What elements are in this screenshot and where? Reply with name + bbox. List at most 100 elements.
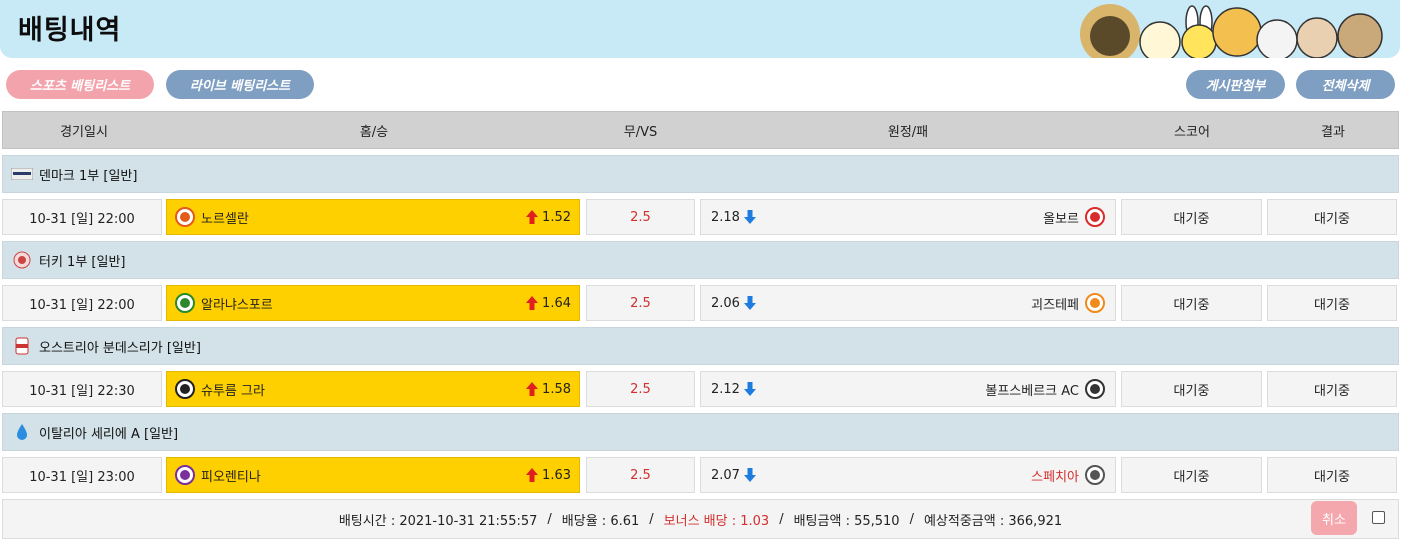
match-result: 대기중 (1267, 199, 1397, 235)
team-crest-icon (175, 465, 195, 485)
austria-league-icon (11, 336, 33, 356)
draw-odds-cell[interactable]: 2.5 (586, 457, 695, 493)
score-text: 대기중 (1173, 383, 1210, 399)
match-date: 10-31 [일] 22:00 (2, 285, 162, 321)
match-result: 대기중 (1267, 457, 1397, 493)
draw-odds: 2.5 (630, 295, 651, 311)
denmark-league-icon (11, 164, 33, 184)
match-date-text: 10-31 [일] 22:30 (29, 383, 135, 399)
column-date: 경기일시 (60, 124, 108, 140)
home-team-name: 슈투름 그라 (201, 383, 265, 399)
cancel-button[interactable]: 취소 (1311, 501, 1357, 535)
italy-league-icon (11, 422, 33, 442)
home-odds-cell[interactable]: 알라냐스포르 1.64 (166, 285, 580, 321)
result-text: 대기중 (1314, 469, 1350, 485)
column-draw: 무/VS (623, 124, 658, 140)
match-date-text: 10-31 [일] 23:00 (29, 469, 135, 485)
home-odds: 1.63 (542, 467, 571, 483)
draw-odds-cell[interactable]: 2.5 (586, 371, 695, 407)
match-score: 대기중 (1121, 285, 1262, 321)
match-score: 대기중 (1121, 457, 1262, 493)
draw-odds-cell[interactable]: 2.5 (586, 285, 695, 321)
match-score: 대기중 (1121, 199, 1262, 235)
away-odds: 2.12 (711, 381, 740, 397)
page-banner: 배팅내역 (0, 0, 1400, 58)
league-row: 오스트리아 분데스리가 [일반] (2, 327, 1399, 365)
away-team-name: 스페치아 (1031, 469, 1079, 485)
home-odds-cell[interactable]: 슈투름 그라 1.58 (166, 371, 580, 407)
away-odds: 2.06 (711, 295, 740, 311)
bonus-rate: 보너스 배당 : 1.03 (663, 513, 770, 529)
home-odds-cell[interactable]: 피오렌티나 1.63 (166, 457, 580, 493)
match-score: 대기중 (1121, 371, 1262, 407)
odds-down-arrow-icon (743, 382, 756, 396)
odds-up-arrow-icon (526, 382, 539, 396)
result-text: 대기중 (1314, 297, 1350, 313)
away-team-name: 볼프스베르크 AC (985, 383, 1079, 399)
board-attach-button[interactable]: 게시판첨부 (1186, 70, 1285, 99)
page-title: 배팅내역 (18, 15, 122, 46)
delete-all-button[interactable]: 전체삭제 (1296, 70, 1395, 99)
match-date: 10-31 [일] 22:30 (2, 371, 162, 407)
match-result: 대기중 (1267, 371, 1397, 407)
select-checkbox[interactable] (1372, 511, 1385, 524)
odds-down-arrow-icon (743, 296, 756, 310)
draw-odds: 2.5 (630, 381, 651, 397)
column-score: 스코어 (1174, 124, 1210, 140)
turkey-league-icon (11, 250, 33, 270)
tab-live-betting-list[interactable]: 라이브 배팅리스트 (166, 70, 314, 99)
home-odds: 1.64 (542, 295, 571, 311)
home-team-name: 피오렌티나 (201, 469, 261, 485)
league-row: 터키 1부 [일반] (2, 241, 1399, 279)
draw-odds: 2.5 (630, 467, 651, 483)
match-date-text: 10-31 [일] 22:00 (29, 211, 135, 227)
expected-win-amount: 예상적중금액 : 366,921 (923, 513, 1063, 529)
match-result: 대기중 (1267, 285, 1397, 321)
score-text: 대기중 (1173, 211, 1210, 227)
team-crest-icon (175, 293, 195, 313)
league-name: 터키 1부 [일반] (39, 254, 126, 270)
odds-up-arrow-icon (526, 210, 539, 224)
home-team-name: 알라냐스포르 (201, 297, 273, 313)
home-team-name: 노르셀란 (201, 211, 249, 227)
away-odds-cell[interactable]: 2.07 스페치아 (700, 457, 1116, 493)
draw-odds: 2.5 (630, 209, 651, 225)
away-odds: 2.07 (711, 467, 740, 483)
match-date-text: 10-31 [일] 22:00 (29, 297, 135, 313)
away-team-name: 괴즈테페 (1031, 297, 1079, 313)
away-odds-cell[interactable]: 2.12 볼프스베르크 AC (700, 371, 1116, 407)
table-header: 경기일시 홈/승 무/VS 원정/패 스코어 결과 (2, 111, 1399, 149)
score-text: 대기중 (1173, 469, 1210, 485)
team-crest-icon (175, 379, 195, 399)
column-home: 홈/승 (359, 124, 389, 140)
bet-rate: 배당율 : 6.61 (561, 513, 640, 529)
home-odds-cell[interactable]: 노르셀란 1.52 (166, 199, 580, 235)
team-crest-icon (1085, 293, 1105, 313)
odds-up-arrow-icon (526, 468, 539, 482)
team-crest-icon (175, 207, 195, 227)
team-crest-icon (1085, 379, 1105, 399)
home-odds: 1.52 (542, 209, 571, 225)
league-name: 이탈리아 세리에 A [일반] (39, 426, 179, 442)
league-name: 오스트리아 분데스리가 [일반] (39, 340, 201, 356)
away-odds-cell[interactable]: 2.06 괴즈테페 (700, 285, 1116, 321)
home-odds: 1.58 (542, 381, 571, 397)
bet-summary: 배팅시간 : 2021-10-31 21:55:57 / 배당율 : 6.61 … (2, 499, 1399, 539)
column-result: 결과 (1321, 124, 1345, 140)
mascot-characters-icon (1080, 4, 1383, 58)
bet-time: 배팅시간 : 2021-10-31 21:55:57 (338, 513, 538, 529)
result-text: 대기중 (1314, 383, 1350, 399)
away-team-name: 올보르 (1043, 211, 1079, 227)
result-text: 대기중 (1314, 211, 1350, 227)
odds-down-arrow-icon (743, 210, 756, 224)
league-name: 덴마크 1부 [일반] (39, 168, 138, 184)
match-date: 10-31 [일] 22:00 (2, 199, 162, 235)
away-odds: 2.18 (711, 209, 740, 225)
draw-odds-cell[interactable]: 2.5 (586, 199, 695, 235)
match-date: 10-31 [일] 23:00 (2, 457, 162, 493)
away-odds-cell[interactable]: 2.18 올보르 (700, 199, 1116, 235)
tab-sports-betting-list[interactable]: 스포츠 배팅리스트 (6, 70, 154, 99)
column-away: 원정/패 (887, 124, 929, 140)
team-crest-icon (1085, 207, 1105, 227)
bet-amount: 배팅금액 : 55,510 (793, 513, 900, 529)
